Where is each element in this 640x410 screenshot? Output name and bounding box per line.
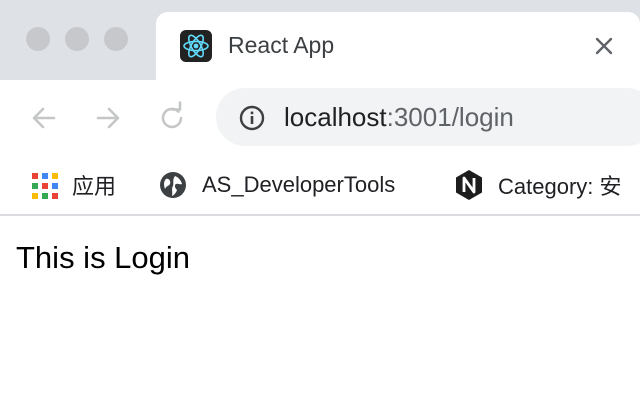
window-controls bbox=[26, 27, 128, 51]
bookmark-label: AS_DeveloperTools bbox=[202, 172, 396, 197]
bookmark-category[interactable]: Category: 安 bbox=[454, 165, 622, 205]
site-info-icon[interactable] bbox=[238, 104, 266, 132]
globe-icon bbox=[160, 172, 186, 198]
react-logo-icon bbox=[180, 30, 212, 62]
browser-window: React App localhost:3001/login 应用 AS_Dev… bbox=[0, 0, 640, 410]
bookmark-label: Category: 安 bbox=[498, 174, 622, 199]
bookmark-apps[interactable]: 应用 bbox=[30, 165, 116, 205]
login-text: This is Login bbox=[16, 240, 191, 275]
tab-strip: React App bbox=[0, 0, 640, 80]
nginx-icon bbox=[456, 170, 482, 200]
url-host: localhost bbox=[284, 102, 387, 132]
url-path: :3001/login bbox=[386, 102, 514, 132]
close-tab-icon[interactable] bbox=[592, 34, 616, 58]
page-content: This is Login bbox=[0, 218, 640, 410]
tab-title: React App bbox=[228, 32, 335, 58]
bookmark-label: 应用 bbox=[72, 174, 117, 199]
reload-icon[interactable] bbox=[154, 100, 190, 136]
address-bar[interactable]: localhost:3001/login bbox=[216, 88, 640, 146]
back-arrow-icon[interactable] bbox=[26, 100, 62, 136]
tab-react-app[interactable]: React App bbox=[156, 12, 640, 80]
bookmarks-bar: 应用 AS_DeveloperTools Category: 安 bbox=[0, 156, 640, 216]
apps-grid-icon bbox=[30, 171, 58, 199]
forward-arrow-icon[interactable] bbox=[90, 100, 126, 136]
minimize-window-button[interactable] bbox=[65, 27, 89, 51]
close-window-button[interactable] bbox=[26, 27, 50, 51]
bookmark-as-developertools[interactable]: AS_DeveloperTools bbox=[158, 165, 395, 205]
maximize-window-button[interactable] bbox=[104, 27, 128, 51]
url-text[interactable]: localhost:3001/login bbox=[284, 102, 514, 133]
browser-toolbar: localhost:3001/login bbox=[0, 80, 640, 156]
